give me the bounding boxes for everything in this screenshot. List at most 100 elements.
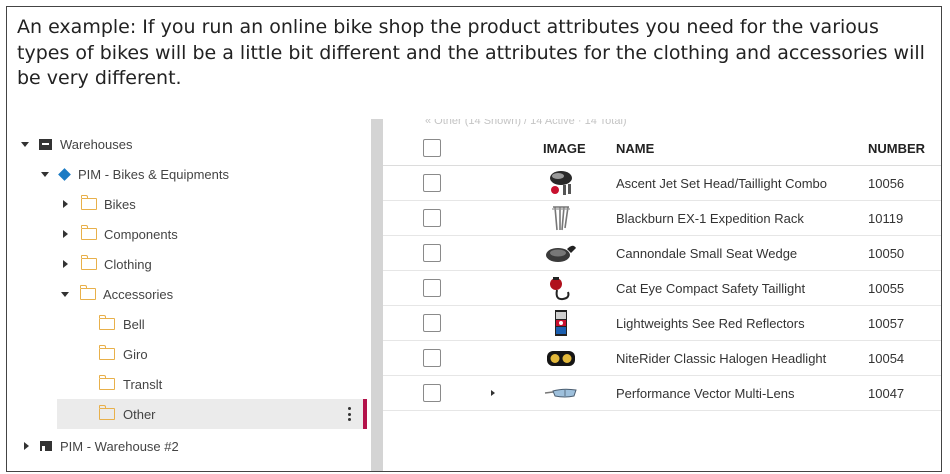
headlight-icon — [547, 351, 575, 366]
row-checkbox-cell — [423, 306, 449, 340]
more-options-icon[interactable] — [348, 407, 351, 421]
image-cell — [531, 271, 591, 305]
product-name: Cat Eye Compact Safety Taillight — [616, 280, 806, 296]
column-header-name[interactable]: NAME — [616, 131, 846, 165]
caret-right-icon[interactable] — [24, 442, 29, 450]
row-checkbox[interactable] — [423, 279, 441, 297]
folder-icon — [80, 195, 97, 210]
table-row[interactable]: Lightweights See Red Reflectors 10057 — [383, 306, 941, 341]
row-checkbox[interactable] — [423, 174, 441, 192]
helmet-light-icon — [550, 171, 572, 195]
tree-item-label: Bikes — [104, 196, 136, 212]
folder-icon — [98, 345, 115, 360]
caret-right-icon[interactable] — [63, 230, 68, 238]
product-name: Lightweights See Red Reflectors — [616, 315, 805, 331]
folder-icon — [80, 225, 97, 240]
warehouse-tree: Warehouses PIM - Bikes & Equipments Bike… — [7, 119, 367, 471]
tree-item-label: Bell — [123, 316, 145, 332]
folder-icon — [98, 405, 115, 420]
select-all-checkbox[interactable] — [423, 139, 441, 157]
tree-item-label: Warehouses — [60, 136, 133, 152]
row-checkbox-cell — [423, 166, 449, 200]
tree-item-warehouses[interactable]: Warehouses — [7, 129, 367, 159]
pim-icon — [58, 167, 71, 181]
product-number: 10047 — [868, 385, 905, 401]
folder-icon — [79, 285, 96, 300]
sunglasses-icon — [544, 388, 577, 398]
caret-right-icon[interactable] — [63, 260, 68, 268]
row-checkbox-cell — [423, 201, 449, 235]
tree-item-label: PIM - Warehouse #2 — [60, 438, 179, 454]
table-row[interactable]: Cannondale Small Seat Wedge 10050 — [383, 236, 941, 271]
tree-item-giro[interactable]: Giro — [7, 339, 367, 369]
row-checkbox-cell — [423, 271, 449, 305]
warehouse-icon — [39, 138, 52, 150]
folder-icon — [98, 315, 115, 330]
product-number: 10119 — [868, 210, 904, 226]
rack-icon — [552, 206, 570, 231]
product-number: 10054 — [868, 350, 905, 366]
panel-splitter[interactable] — [371, 119, 383, 471]
store-icon — [40, 441, 52, 451]
grid-header: IMAGE NAME NUMBER — [383, 131, 941, 166]
folder-icon — [80, 255, 97, 270]
tree-item-label: Accessories — [103, 286, 174, 302]
tree-item-other[interactable]: Other — [57, 399, 367, 429]
product-number: 10056 — [868, 175, 905, 191]
caret-down-icon[interactable] — [61, 291, 69, 297]
tree-item-label: PIM - Bikes & Equipments — [78, 166, 229, 182]
product-name: Blackburn EX-1 Expedition Rack — [616, 210, 804, 226]
tree-item-clothing[interactable]: Clothing — [7, 249, 367, 279]
tree-item-pim-bikes[interactable]: PIM - Bikes & Equipments — [7, 159, 367, 189]
product-name: Ascent Jet Set Head/Taillight Combo — [616, 175, 827, 191]
tree-item-label: Other — [123, 406, 156, 422]
table-row[interactable]: Cat Eye Compact Safety Taillight 10055 — [383, 271, 941, 306]
grid-summary: « Other (14 Shown) / 14 Active · 14 Tota… — [425, 119, 627, 127]
row-checkbox[interactable] — [423, 349, 441, 367]
row-checkbox[interactable] — [423, 244, 441, 262]
table-row[interactable]: Blackburn EX-1 Expedition Rack 10119 — [383, 201, 941, 236]
tree-item-label: Translt — [123, 376, 163, 392]
table-row[interactable]: Ascent Jet Set Head/Taillight Combo 1005… — [383, 166, 941, 201]
row-checkbox-cell — [423, 236, 449, 270]
table-row[interactable]: Performance Vector Multi-Lens 10047 — [383, 376, 941, 411]
tree-item-label: Clothing — [104, 256, 152, 272]
image-cell — [531, 306, 591, 340]
caret-right-icon[interactable] — [63, 200, 68, 208]
row-checkbox[interactable] — [423, 209, 441, 227]
image-cell — [531, 376, 591, 410]
seat-wedge-icon — [546, 245, 576, 262]
product-name: Cannondale Small Seat Wedge — [616, 245, 798, 261]
taillight-icon — [550, 277, 570, 301]
product-number: 10050 — [868, 245, 905, 261]
tree-item-translt[interactable]: Translt — [7, 369, 367, 399]
caret-down-icon[interactable] — [21, 141, 29, 147]
caret-right-icon[interactable] — [491, 390, 495, 396]
tree-item-label: Components — [104, 226, 178, 242]
tree-item-bikes[interactable]: Bikes — [7, 189, 367, 219]
row-expander[interactable] — [491, 376, 505, 410]
column-header-image[interactable]: IMAGE — [543, 131, 603, 165]
tree-item-bell[interactable]: Bell — [7, 309, 367, 339]
row-checkbox[interactable] — [423, 314, 441, 332]
column-header-number[interactable]: NUMBER — [868, 131, 941, 165]
product-number: 10057 — [868, 315, 905, 331]
row-checkbox-cell — [423, 376, 449, 410]
tree-item-accessories[interactable]: Accessories — [7, 279, 367, 309]
image-cell — [531, 201, 591, 235]
folder-icon — [98, 375, 115, 390]
tree-item-pim-warehouse-2[interactable]: PIM - Warehouse #2 — [7, 431, 367, 461]
image-cell — [531, 166, 591, 200]
product-number: 10055 — [868, 280, 905, 296]
selection-indicator — [363, 399, 367, 429]
tree-item-label: Giro — [123, 346, 148, 362]
image-cell — [531, 341, 591, 375]
product-name: NiteRider Classic Halogen Headlight — [616, 350, 827, 366]
screenshot-frame: An example: If you run an online bike sh… — [6, 6, 942, 472]
tree-item-components[interactable]: Components — [7, 219, 367, 249]
table-row[interactable]: NiteRider Classic Halogen Headlight 1005… — [383, 341, 941, 376]
header-checkbox-cell — [423, 131, 449, 165]
intro-paragraph: An example: If you run an online bike sh… — [17, 16, 925, 89]
row-checkbox[interactable] — [423, 384, 441, 402]
caret-down-icon[interactable] — [41, 171, 49, 177]
